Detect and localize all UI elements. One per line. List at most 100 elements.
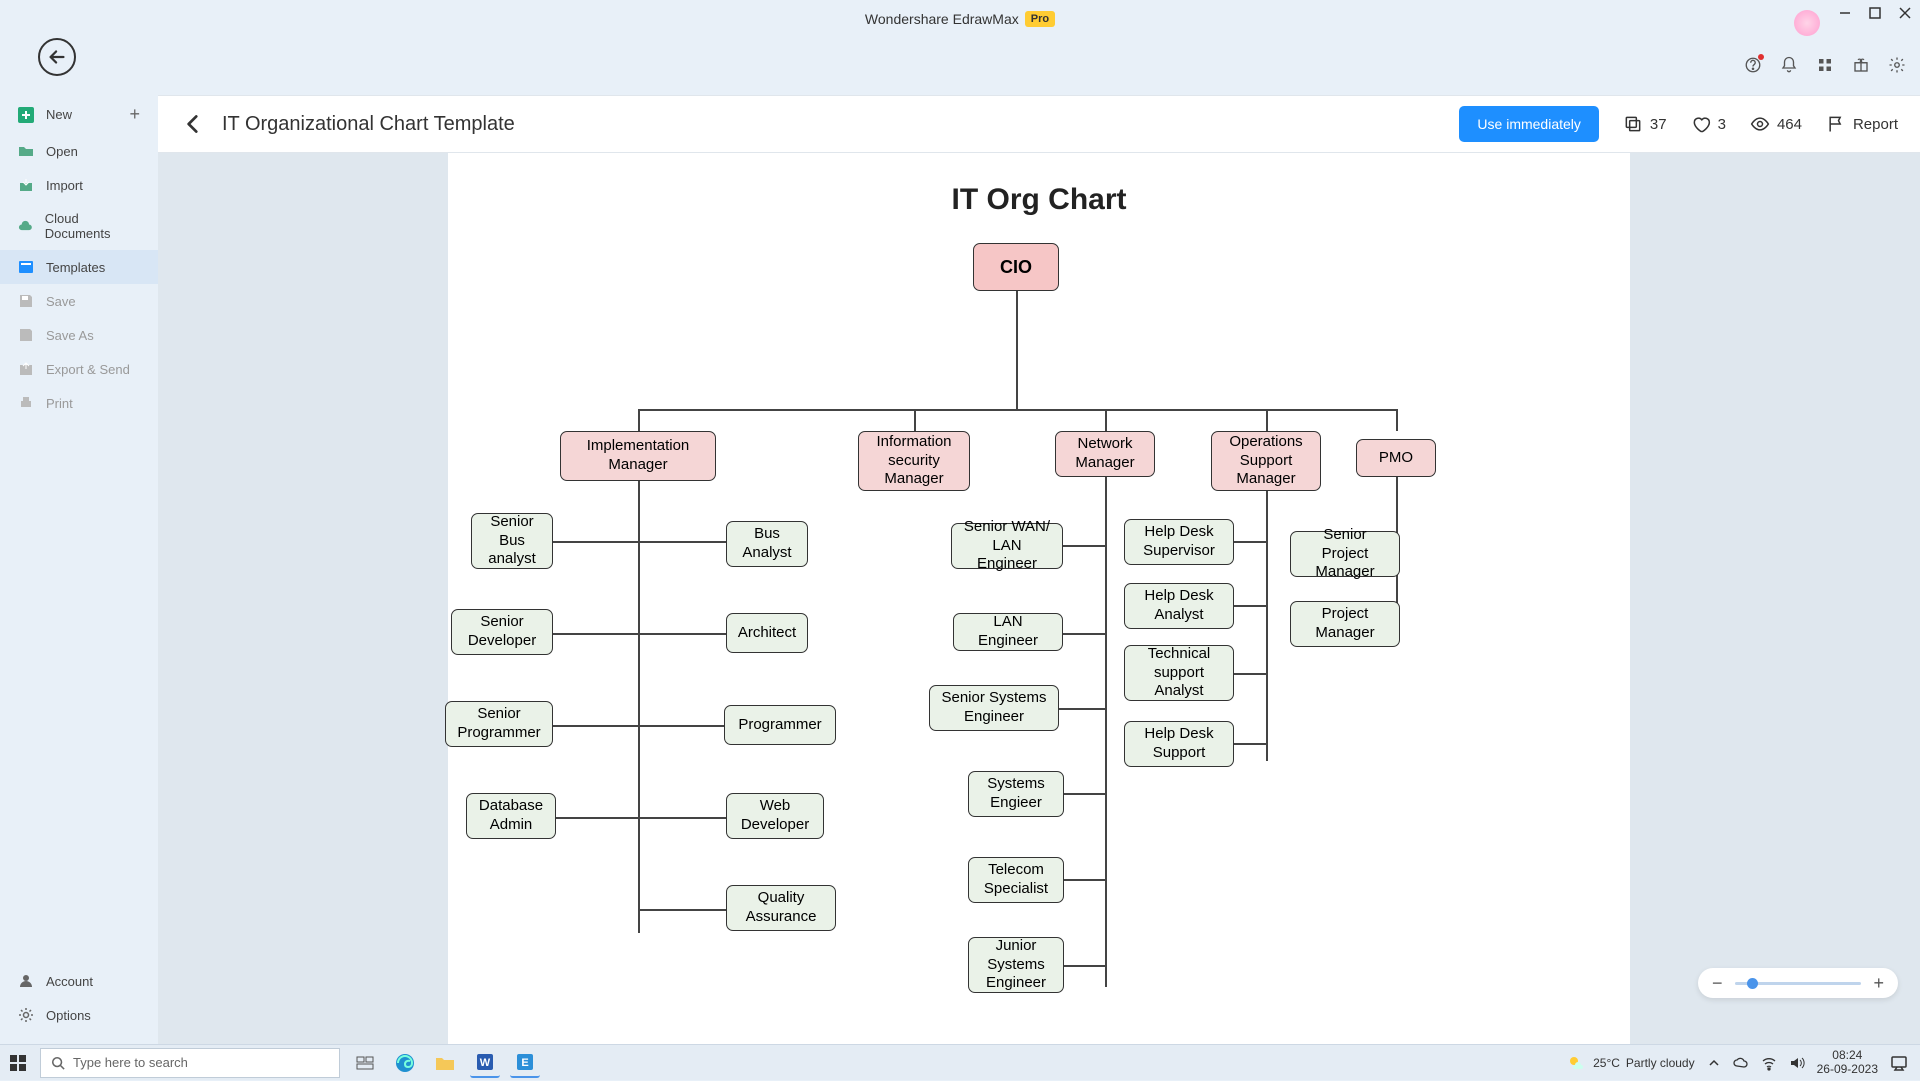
node-senior-project-manager[interactable]: Senior Project Manager	[1290, 531, 1400, 577]
chart-title: IT Org Chart	[448, 153, 1630, 217]
taskbar-search[interactable]: Type here to search	[40, 1048, 340, 1078]
node-senior-developer[interactable]: Senior Developer	[451, 609, 553, 655]
node-implementation-manager[interactable]: Implementation Manager	[560, 431, 716, 481]
title-bar: Wondershare EdrawMax Pro	[0, 0, 1920, 38]
canvas[interactable]: IT Org Chart CIO Implementation Manager …	[448, 153, 1630, 1044]
volume-icon[interactable]	[1789, 1055, 1805, 1071]
clock[interactable]: 08:24 26-09-2023	[1817, 1049, 1878, 1075]
sidebar-item-saveas: Save As	[0, 318, 158, 352]
svg-text:E: E	[521, 1057, 528, 1069]
search-placeholder: Type here to search	[73, 1055, 188, 1070]
sidebar-item-templates[interactable]: Templates	[0, 250, 158, 284]
sidebar-item-label: Save	[46, 294, 76, 309]
link	[1105, 409, 1107, 431]
new-icon	[18, 107, 34, 123]
sidebar-item-open[interactable]: Open	[0, 134, 158, 168]
link	[638, 409, 1398, 411]
header-icon-row	[1744, 56, 1906, 79]
node-pmo[interactable]: PMO	[1356, 439, 1436, 477]
node-tech-support-analyst[interactable]: Technical support Analyst	[1124, 645, 1234, 701]
views-stat: 464	[1750, 114, 1802, 134]
folder-icon	[18, 143, 34, 159]
zoom-control[interactable]: − +	[1698, 968, 1898, 998]
back-button[interactable]	[180, 111, 206, 137]
sidebar-item-label: Options	[46, 1008, 91, 1023]
node-infosec-manager[interactable]: Information security Manager	[858, 431, 970, 491]
node-junior-systems-engineer[interactable]: Junior Systems Engineer	[968, 937, 1064, 993]
node-systems-engineer[interactable]: Systems Engieer	[968, 771, 1064, 817]
node-architect[interactable]: Architect	[726, 613, 808, 653]
node-quality-assurance[interactable]: Quality Assurance	[726, 885, 836, 931]
node-web-developer[interactable]: Web Developer	[726, 793, 824, 839]
copy-stat[interactable]: 37	[1623, 114, 1667, 134]
node-bus-analyst[interactable]: Bus Analyst	[726, 521, 808, 567]
grid-icon[interactable]	[1816, 56, 1834, 79]
clock-time: 08:24	[1817, 1049, 1878, 1062]
node-senior-bus-analyst[interactable]: Senior Bus analyst	[471, 513, 553, 569]
sidebar-item-label: New	[46, 107, 72, 122]
node-help-desk-supervisor[interactable]: Help Desk Supervisor	[1124, 519, 1234, 565]
maximize-icon[interactable]	[1868, 6, 1882, 20]
sidebar-item-account[interactable]: Account	[0, 964, 158, 998]
sidebar-item-options[interactable]: Options	[0, 998, 158, 1032]
weather-icon	[1567, 1053, 1587, 1073]
onedrive-icon[interactable]	[1733, 1055, 1749, 1071]
weather-widget[interactable]: 25°C Partly cloudy	[1567, 1053, 1695, 1073]
node-cio[interactable]: CIO	[973, 243, 1059, 291]
explorer-icon[interactable]	[430, 1048, 460, 1078]
zoom-out-icon[interactable]: −	[1712, 973, 1723, 994]
eye-icon	[1750, 114, 1770, 134]
flag-icon	[1826, 114, 1846, 134]
template-header: IT Organizational Chart Template Use imm…	[158, 95, 1920, 153]
avatar[interactable]	[1794, 10, 1820, 36]
node-database-admin[interactable]: Database Admin	[466, 793, 556, 839]
node-telecom-specialist[interactable]: Telecom Specialist	[968, 857, 1064, 903]
copy-count: 37	[1650, 116, 1667, 133]
sidebar-item-print: Print	[0, 386, 158, 420]
sidebar-item-new[interactable]: New +	[0, 95, 158, 134]
taskbar: Type here to search W E 25°C Partly clou…	[0, 1044, 1920, 1080]
sidebar-item-save: Save	[0, 284, 158, 318]
gift-icon[interactable]	[1852, 56, 1870, 79]
node-programmer[interactable]: Programmer	[724, 705, 836, 745]
wifi-icon[interactable]	[1761, 1055, 1777, 1071]
help-icon[interactable]	[1744, 56, 1762, 79]
zoom-in-icon[interactable]: +	[1873, 973, 1884, 994]
bell-icon[interactable]	[1780, 56, 1798, 79]
sidebar-item-import[interactable]: Import	[0, 168, 158, 202]
like-stat[interactable]: 3	[1691, 114, 1726, 134]
minimize-icon[interactable]	[1838, 6, 1852, 20]
sidebar-item-label: Save As	[46, 328, 94, 343]
node-ops-support-manager[interactable]: Operations Support Manager	[1211, 431, 1321, 491]
gear-icon[interactable]	[1888, 56, 1906, 79]
action-center-icon[interactable]	[1890, 1054, 1908, 1072]
back-circle-button[interactable]	[38, 38, 76, 76]
report-button[interactable]: Report	[1826, 114, 1898, 134]
close-icon[interactable]	[1898, 6, 1912, 20]
report-label: Report	[1853, 116, 1898, 133]
link	[638, 409, 640, 431]
node-help-desk-analyst[interactable]: Help Desk Analyst	[1124, 583, 1234, 629]
chevron-up-icon[interactable]	[1707, 1056, 1721, 1070]
task-view-icon[interactable]	[350, 1048, 380, 1078]
node-senior-systems-engineer[interactable]: Senior Systems Engineer	[929, 685, 1059, 731]
node-senior-wan-lan[interactable]: Senior WAN/ LAN Engineer	[951, 523, 1063, 569]
sidebar-item-cloud[interactable]: Cloud Documents	[0, 202, 158, 250]
node-senior-programmer[interactable]: Senior Programmer	[445, 701, 553, 747]
edge-icon[interactable]	[390, 1048, 420, 1078]
export-icon	[18, 361, 34, 377]
use-immediately-button[interactable]: Use immediately	[1459, 106, 1598, 142]
plus-icon[interactable]: +	[129, 104, 140, 125]
zoom-slider[interactable]	[1735, 982, 1862, 985]
copy-icon	[1623, 114, 1643, 134]
word-icon[interactable]: W	[470, 1048, 500, 1078]
edrawmax-icon[interactable]: E	[510, 1048, 540, 1078]
start-button[interactable]	[0, 1045, 36, 1081]
node-project-manager[interactable]: Project Manager	[1290, 601, 1400, 647]
node-network-manager[interactable]: Network Manager	[1055, 431, 1155, 477]
node-lan-engineer[interactable]: LAN Engineer	[953, 613, 1063, 651]
sidebar-item-label: Export & Send	[46, 362, 130, 377]
node-help-desk-support[interactable]: Help Desk Support	[1124, 721, 1234, 767]
notification-dot-icon	[1758, 54, 1764, 60]
zoom-thumb[interactable]	[1747, 978, 1758, 989]
